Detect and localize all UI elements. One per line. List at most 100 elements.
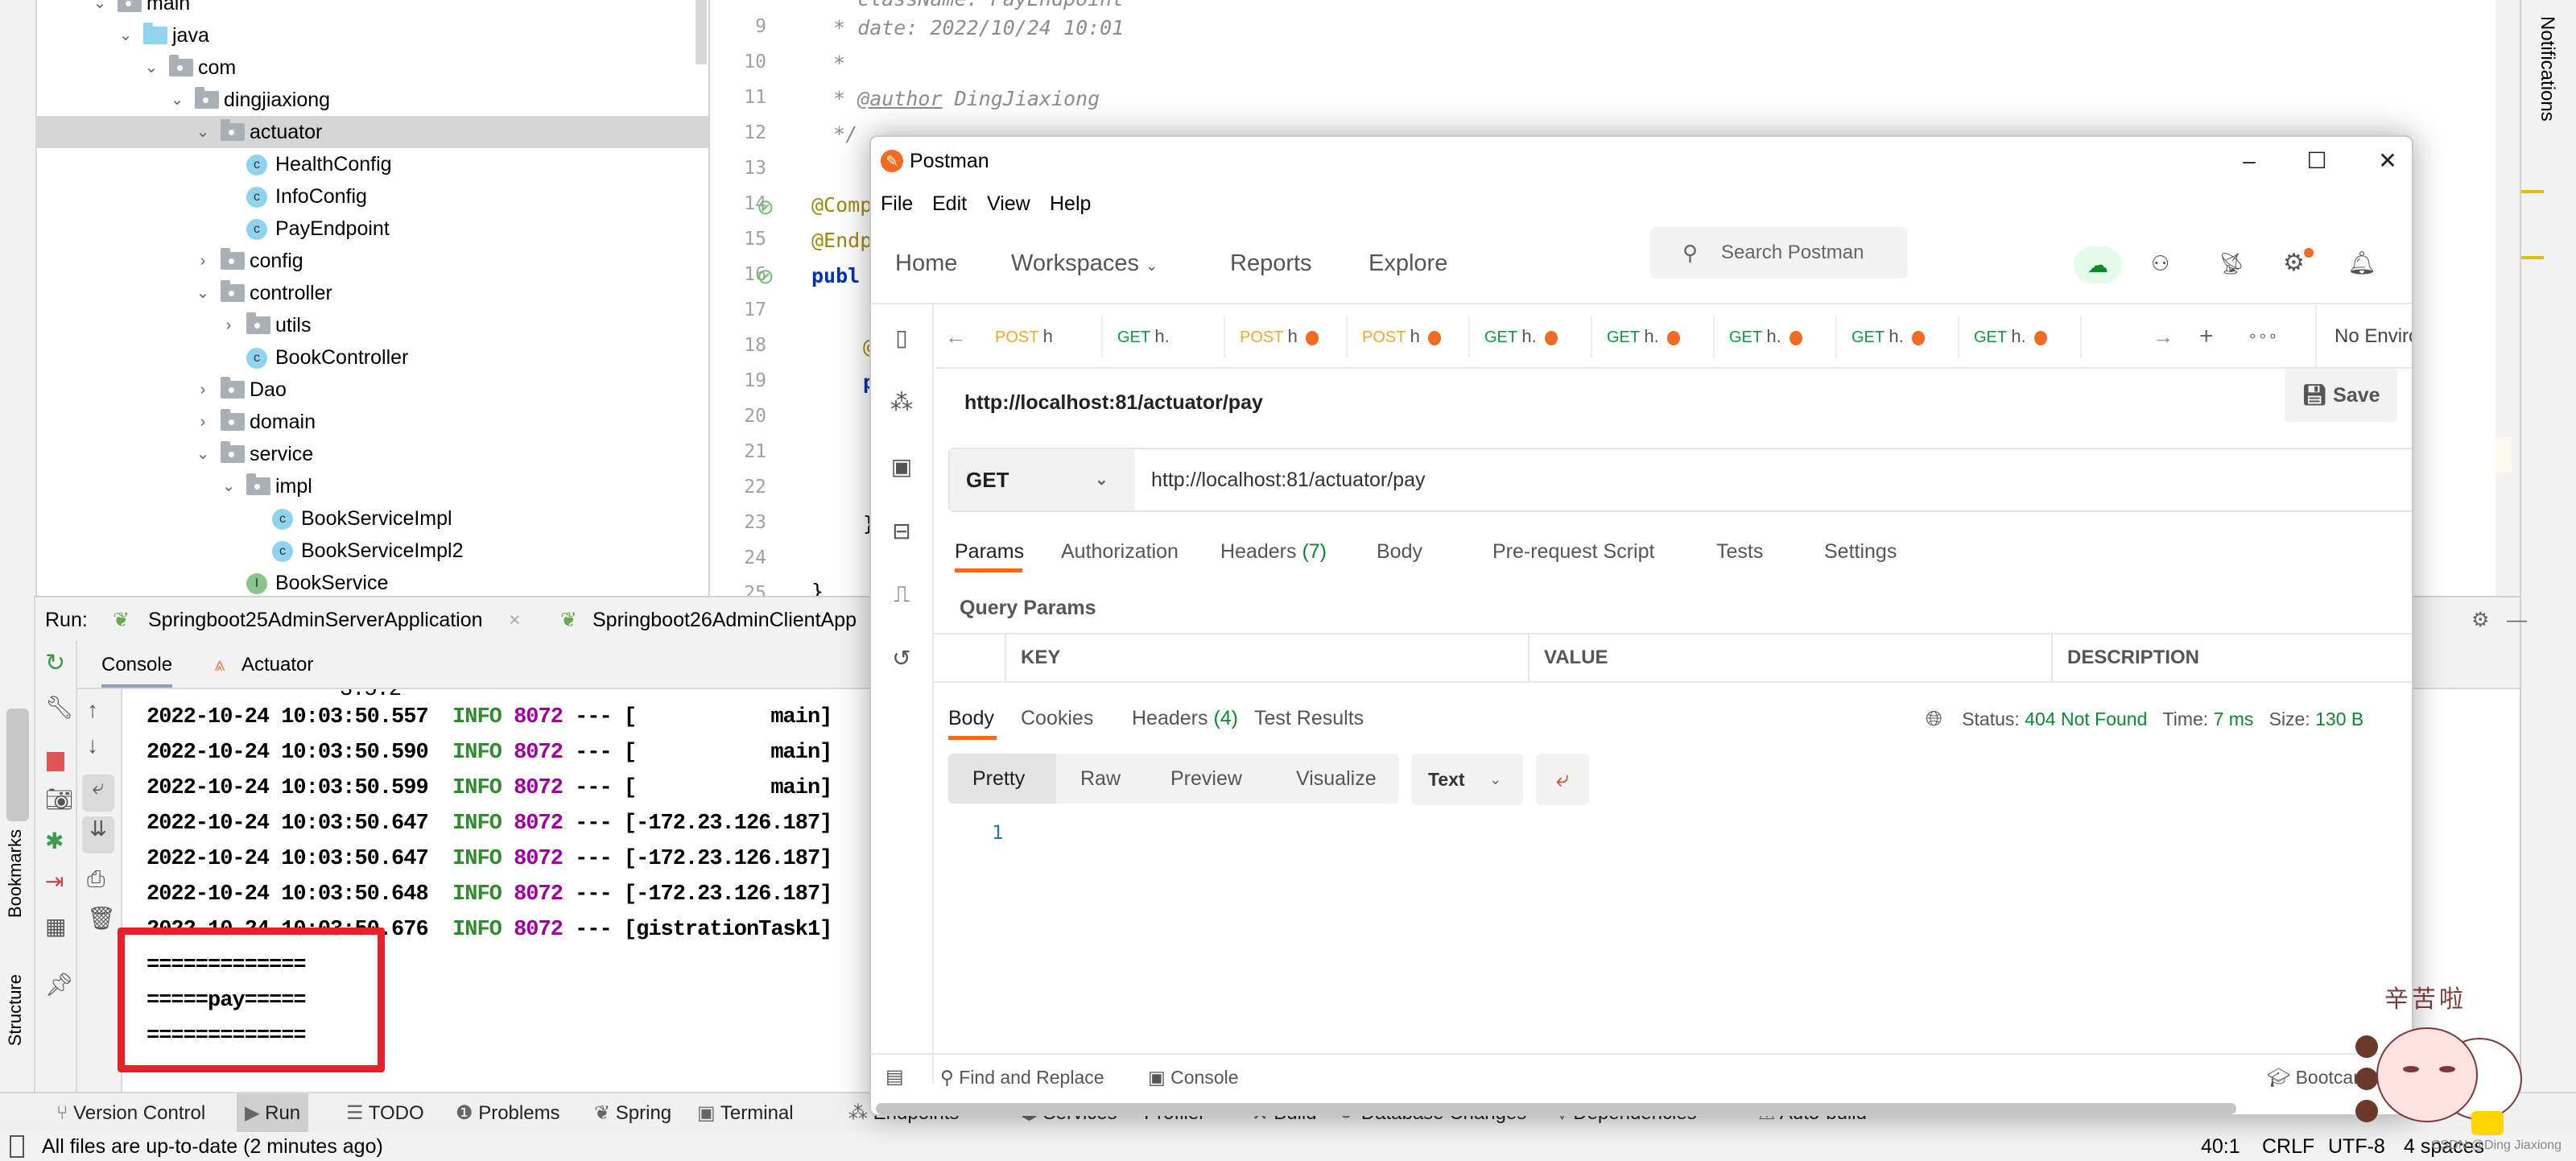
line-separator[interactable]: CRLF bbox=[2262, 1132, 2314, 1161]
scroll-to-end-icon[interactable]: ⇊ bbox=[82, 816, 114, 853]
tool-window-version-control[interactable]: ⑂ Version Control bbox=[56, 1093, 205, 1134]
trash-icon[interactable]: 🗑︎ bbox=[87, 905, 116, 932]
request-tab[interactable]: GET h. bbox=[1837, 316, 1959, 357]
satellite-icon[interactable]: 📡︎ bbox=[2219, 222, 2245, 304]
tree-item[interactable]: c InfoConfig bbox=[37, 180, 708, 213]
chevron-down-icon[interactable]: ⌄ bbox=[195, 438, 211, 470]
sync-status-icon[interactable]: ☁ bbox=[2074, 246, 2122, 283]
view-pretty[interactable]: Pretty bbox=[948, 754, 1056, 804]
tab-cookies[interactable]: Cookies bbox=[1021, 686, 1093, 750]
chevron-down-icon[interactable]: ⌄ bbox=[143, 52, 159, 84]
bean-gutter-icon[interactable]: ⊘ bbox=[757, 195, 774, 220]
tree-item[interactable]: I BookService bbox=[37, 567, 708, 596]
chevron-down-icon[interactable]: ⌄ bbox=[169, 84, 185, 116]
nav-explore[interactable]: Explore bbox=[1368, 222, 1447, 304]
environment-selector[interactable]: No Environment bbox=[2315, 304, 2412, 369]
chevron-down-icon[interactable]: ⌄ bbox=[92, 0, 108, 19]
response-size[interactable]: 130 B bbox=[2315, 709, 2363, 729]
wrench-icon[interactable]: 🔧︎ bbox=[45, 694, 74, 721]
request-tab[interactable]: POST h bbox=[1225, 316, 1348, 357]
pin-icon[interactable]: 📌︎ bbox=[45, 971, 74, 998]
tab-headers[interactable]: Headers (7) bbox=[1220, 523, 1327, 580]
request-tab[interactable]: POST h bbox=[980, 316, 1103, 357]
chevron-down-icon[interactable]: ⌄ bbox=[118, 19, 134, 52]
structure-tab[interactable]: Structure bbox=[5, 974, 26, 1046]
tree-item[interactable]: › config bbox=[37, 245, 708, 277]
request-name[interactable]: http://localhost:81/actuator/pay bbox=[964, 378, 1263, 427]
tool-window-spring[interactable]: ❦ Spring bbox=[594, 1093, 671, 1134]
run-config-tab[interactable]: Springboot25AdminServerApplication bbox=[148, 597, 483, 642]
collections-icon[interactable]: ▯ bbox=[887, 324, 916, 353]
tree-item[interactable]: ⌄ controller bbox=[37, 277, 708, 309]
view-visualize[interactable]: Visualize bbox=[1296, 754, 1377, 804]
chevron-right-icon[interactable]: › bbox=[195, 406, 211, 438]
response-time[interactable]: 7 ms bbox=[2214, 709, 2254, 729]
arrow-up-icon[interactable]: ↑ bbox=[87, 697, 98, 723]
tree-item[interactable]: ⌄ actuator bbox=[37, 116, 708, 148]
debug-icon[interactable]: ✱ bbox=[45, 828, 64, 854]
tab-prerequest-script[interactable]: Pre-request Script bbox=[1492, 523, 1654, 580]
tool-window-problems[interactable]: ❶ Problems bbox=[456, 1093, 560, 1134]
tab-response-headers[interactable]: Headers (4) bbox=[1132, 686, 1238, 750]
request-tab[interactable]: POST h bbox=[1348, 316, 1470, 357]
tree-item[interactable]: ⌄ java bbox=[37, 19, 708, 52]
menu-view[interactable]: View bbox=[987, 185, 1030, 222]
tab-actuator[interactable]: Actuator bbox=[242, 641, 313, 689]
tree-item[interactable]: › Dao bbox=[37, 374, 708, 406]
tree-item[interactable]: c BookController bbox=[37, 341, 708, 374]
tab-test-results[interactable]: Test Results bbox=[1254, 686, 1364, 750]
nav-reports[interactable]: Reports bbox=[1230, 222, 1312, 304]
chevron-right-icon[interactable]: › bbox=[195, 374, 211, 406]
warning-marker[interactable] bbox=[2521, 190, 2544, 193]
tree-scrollbar[interactable] bbox=[696, 0, 707, 64]
soft-wrap-icon[interactable]: ⤶ bbox=[82, 775, 114, 812]
sidebar-toggle-icon[interactable]: ▤ bbox=[886, 1055, 904, 1100]
tree-item[interactable]: ⌄ com bbox=[37, 52, 708, 84]
menu-edit[interactable]: Edit bbox=[932, 185, 967, 222]
tree-item[interactable]: c BookServiceImpl2 bbox=[37, 535, 708, 567]
method-select[interactable]: GET ⌄ bbox=[950, 449, 1135, 510]
history-icon[interactable]: ↺ bbox=[887, 644, 916, 673]
minimize-button[interactable]: – bbox=[2225, 137, 2273, 185]
run-config-tab[interactable]: Springboot26AdminClientApp bbox=[592, 597, 857, 642]
invite-user-icon[interactable]: ⚇ bbox=[2151, 222, 2169, 304]
tool-window-run[interactable]: ▶ Run bbox=[237, 1093, 309, 1134]
find-replace-button[interactable]: ⚲ Find and Replace bbox=[940, 1055, 1104, 1100]
tree-item[interactable]: ⌄ main bbox=[37, 0, 708, 19]
rerun-icon[interactable]: ↻ bbox=[45, 649, 65, 677]
format-select[interactable]: Text ⌄ bbox=[1412, 754, 1523, 805]
bean-gutter-icon[interactable]: ⊘ bbox=[757, 264, 774, 289]
warning-marker[interactable] bbox=[2521, 256, 2544, 259]
bell-icon[interactable]: 🔔︎ bbox=[2347, 222, 2376, 304]
layout-icon[interactable]: ▦ bbox=[45, 913, 66, 940]
tab-settings[interactable]: Settings bbox=[1824, 523, 1897, 580]
tab-console[interactable]: Console bbox=[101, 641, 173, 688]
notifications-tab[interactable]: Notifications bbox=[2536, 16, 2558, 122]
chevron-down-icon[interactable]: ⌄ bbox=[195, 116, 211, 148]
apis-icon[interactable]: ⁂ bbox=[887, 388, 916, 417]
tree-item[interactable]: c PayEndpoint bbox=[37, 213, 708, 245]
close-button[interactable]: ✕ bbox=[2363, 137, 2412, 185]
scroll-indicator[interactable] bbox=[6, 709, 29, 821]
settings-icon[interactable]: ⚙ bbox=[2283, 222, 2305, 304]
url-input[interactable]: http://localhost:81/actuator/pay bbox=[1151, 449, 1426, 510]
chevron-right-icon[interactable]: › bbox=[195, 245, 211, 277]
tab-body[interactable]: Body bbox=[1377, 523, 1422, 580]
arrow-down-icon[interactable]: ↓ bbox=[87, 733, 98, 758]
tree-item[interactable]: ⌄ dingjiaxiong bbox=[37, 84, 708, 116]
request-tab[interactable]: GET h. bbox=[1959, 316, 2082, 357]
request-tab[interactable]: GET h. bbox=[1470, 316, 1592, 357]
tree-item[interactable]: c HealthConfig bbox=[37, 148, 708, 180]
tool-window-todo[interactable]: ☰ TODO bbox=[346, 1093, 424, 1134]
tree-item[interactable]: c BookServiceImpl bbox=[37, 502, 708, 535]
request-tab[interactable]: GET h. bbox=[1592, 316, 1715, 357]
chevron-right-icon[interactable]: › bbox=[221, 309, 237, 341]
exit-icon[interactable]: ⇥ bbox=[45, 868, 64, 895]
tree-item[interactable]: › utils bbox=[37, 309, 708, 341]
stop-icon[interactable] bbox=[47, 752, 64, 771]
mock-servers-icon[interactable]: ⊟ bbox=[887, 517, 916, 546]
print-icon[interactable]: ⎙ bbox=[87, 866, 105, 893]
request-tab[interactable]: GET h. bbox=[1715, 316, 1837, 357]
new-tab-icon[interactable]: + bbox=[2199, 304, 2214, 369]
view-preview[interactable]: Preview bbox=[1170, 754, 1242, 804]
